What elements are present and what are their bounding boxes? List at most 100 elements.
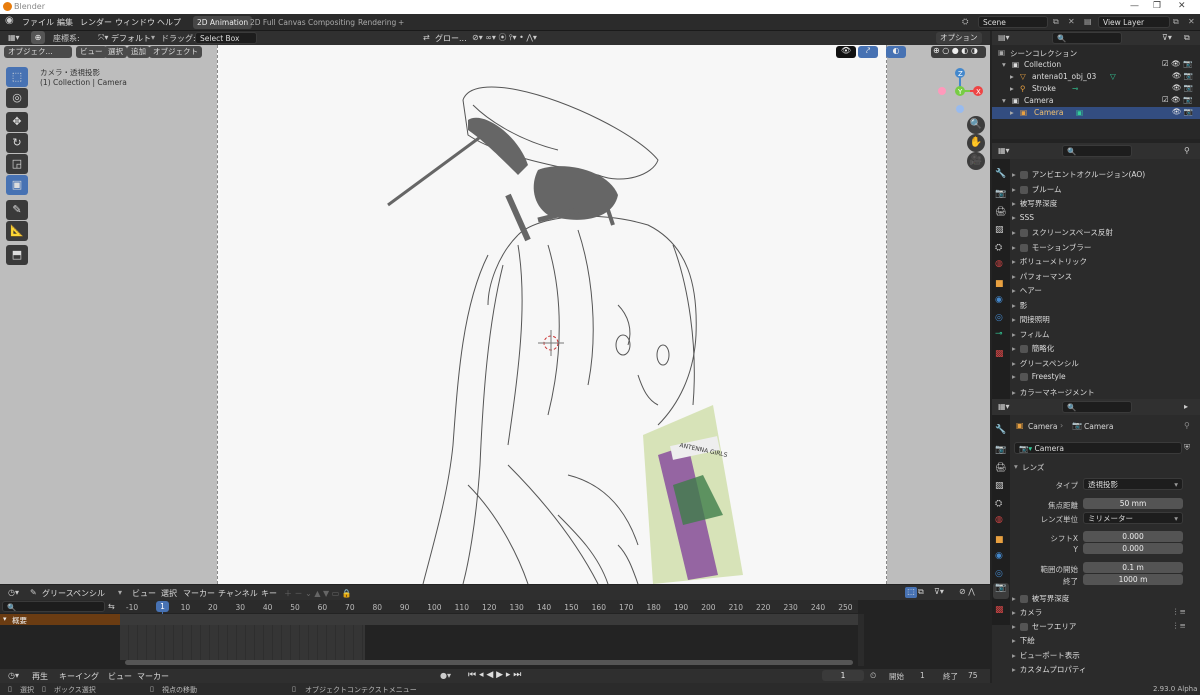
pan-icon[interactable]: ✋ — [967, 134, 985, 152]
preview-range-icon[interactable]: ⏲ — [870, 671, 876, 681]
section-checkbox[interactable] — [1019, 623, 1028, 631]
blender-menu-icon[interactable]: ◉ — [5, 15, 14, 26]
view-layer-selector[interactable]: View Layer — [1098, 16, 1170, 28]
modifier-tab-icon[interactable]: ◉ — [995, 551, 1003, 561]
view-layer-tab-icon[interactable]: ▧ — [995, 225, 1004, 235]
timeline-search[interactable]: 🔍 — [2, 601, 105, 612]
summary-channel[interactable]: ▾ 概要 — [0, 614, 120, 625]
object-tab-icon[interactable]: ■ — [995, 279, 1004, 289]
section-chevron-icon[interactable]: ▸ — [1012, 257, 1016, 266]
shift-x-field[interactable]: 0.000 — [1083, 531, 1183, 542]
section-chevron-icon[interactable]: ▸ — [1012, 665, 1016, 674]
annotate-tool-icon[interactable]: ✎ — [6, 200, 28, 220]
current-frame-marker[interactable]: 1 — [156, 601, 169, 612]
overlay-toggle-icon[interactable]: ◐ — [886, 46, 906, 58]
menu-file[interactable]: ファイル — [22, 17, 54, 28]
end-frame-value[interactable]: 75 — [968, 671, 978, 680]
properties-search[interactable]: 🔍 — [1062, 145, 1132, 157]
new-collection-icon[interactable]: ⧉ — [1184, 33, 1190, 43]
visibility-toggles[interactable]: ☑ 👁 📷 — [1162, 95, 1192, 104]
physics-tab-icon[interactable]: ◎ — [995, 569, 1003, 579]
section-checkbox[interactable] — [1019, 595, 1028, 603]
editor-type-icon[interactable]: ▦▾ — [8, 33, 20, 42]
section-chevron-icon[interactable]: ▸ — [1012, 286, 1016, 295]
filter-icon[interactable]: ⊽▾ — [1162, 33, 1172, 42]
render-tab-icon[interactable]: 📷 — [995, 445, 1006, 455]
keying-menu[interactable]: キーイング — [59, 671, 99, 682]
section-chevron-icon[interactable]: ▸ — [1012, 330, 1016, 339]
texture-tab-icon[interactable]: ▩ — [995, 605, 1004, 615]
render-section[interactable]: ▸ ヘアー — [1012, 285, 1192, 298]
section-chevron-icon[interactable]: ▸ — [1012, 228, 1016, 237]
delete-view-layer-icon[interactable]: ✕ — [1188, 17, 1195, 26]
output-tab-icon[interactable]: 🖨 — [995, 463, 1006, 473]
camera-view-icon[interactable]: 🎥 — [967, 152, 985, 170]
tab-2d-full-canvas[interactable]: 2D Full Canvas — [246, 16, 310, 29]
render-section[interactable]: ▸ パフォーマンス — [1012, 271, 1192, 284]
scale-tool-icon[interactable]: ◲ — [6, 154, 28, 174]
transport-controls-icon[interactable]: ⏮ ◂ ◀ ▶ ▸ ⏭ — [468, 670, 521, 680]
visibility-toggles[interactable]: 👁 📷 — [1172, 71, 1193, 80]
section-chevron-icon[interactable]: ▸ — [1012, 170, 1016, 179]
section-checkbox[interactable] — [1019, 171, 1028, 179]
tool-tab-icon[interactable]: 🔧 — [995, 169, 1006, 179]
section-chevron-icon[interactable]: ▸ — [1012, 213, 1016, 222]
start-frame-value[interactable]: 1 — [920, 671, 925, 680]
menu-window[interactable]: ウィンドウ — [115, 17, 155, 28]
clip-start-field[interactable]: 0.1 m — [1083, 562, 1183, 573]
render-section[interactable]: ▸ 間接照明 — [1012, 314, 1192, 327]
navigation-gizmo[interactable]: X Z Y — [932, 64, 988, 116]
render-section[interactable]: ▸ フィルム — [1012, 329, 1192, 342]
render-section[interactable]: ▸ Freestyle — [1012, 372, 1192, 385]
lens-section-title[interactable]: レンズ — [1022, 462, 1044, 473]
section-chevron-icon[interactable]: ▸ — [1012, 594, 1016, 603]
section-chevron-icon[interactable]: ▸ — [1012, 301, 1016, 310]
scene-tab-icon[interactable]: ⛭ — [995, 499, 1002, 509]
add-object-tool-icon[interactable]: ⬒ — [6, 245, 28, 265]
visibility-toggles[interactable]: 👁 📷 — [1172, 83, 1193, 92]
outliner-item-stroke[interactable]: ▸ ⚲ Stroke ⊸ 👁 📷 — [992, 83, 1200, 95]
scroll-icon[interactable]: ▸ — [1184, 402, 1188, 411]
tool-tab-icon[interactable]: 🔧 — [995, 425, 1006, 435]
menu-add[interactable]: 追加 — [127, 46, 150, 58]
object-tab-icon[interactable]: ■ — [995, 535, 1004, 545]
cursor-tool-icon[interactable]: ◎ — [6, 88, 28, 108]
playback-view-menu[interactable]: ビュー — [108, 671, 132, 682]
properties-editor-icon[interactable]: ▦▾ — [998, 402, 1010, 411]
snap-icon[interactable]: ⊘▾ ∞▾ ⦿ ⫯▾ • ⋀▾ — [472, 32, 537, 43]
pin-icon[interactable]: ⚲ — [1184, 421, 1190, 430]
camera-section[interactable]: ▸ セーフエリア ⋮≡ — [1012, 621, 1192, 634]
section-chevron-icon[interactable]: ▸ — [1012, 608, 1016, 617]
expand-icon[interactable]: ▸ — [1010, 72, 1014, 81]
outliner-item-collection[interactable]: ▾ ▣ Collection ☑ 👁 📷 — [992, 59, 1200, 71]
world-tab-icon[interactable]: ◍ — [995, 259, 1003, 269]
transform-tool-icon[interactable]: ▣ — [6, 175, 28, 195]
camera-section[interactable]: ▸ カメラ ⋮≡ — [1012, 607, 1192, 620]
render-section[interactable]: ▸ スクリーンスペース反射 — [1012, 227, 1192, 240]
expand-icon[interactable]: ▸ — [1010, 108, 1014, 117]
menu-object[interactable]: オブジェクト — [149, 46, 202, 58]
outliner-scene-collection[interactable]: ▣ シーンコレクション — [992, 47, 1200, 59]
section-chevron-icon[interactable]: ▸ — [1012, 344, 1016, 353]
outliner-item-camera-collection[interactable]: ▾ ▣ Camera ☑ 👁 📷 — [992, 95, 1200, 107]
swap-icon[interactable]: ⇆ — [108, 602, 115, 611]
show-hidden-icon[interactable]: ⧉ — [918, 587, 924, 597]
render-section[interactable]: ▸ アンビエントオクルージョン(AO) — [1012, 169, 1192, 182]
render-section[interactable]: ▸ SSS — [1012, 213, 1192, 226]
focal-length-field[interactable]: 50 mm — [1083, 498, 1183, 509]
minimize-icon[interactable]: — — [1130, 1, 1139, 11]
options-dropdown[interactable]: オプション — [936, 32, 982, 44]
section-chevron-icon[interactable]: ▸ — [1012, 272, 1016, 281]
view-layer-tab-icon[interactable]: ▧ — [995, 481, 1004, 491]
visibility-icon[interactable]: 👁 — [836, 46, 856, 58]
camera-data-selector[interactable]: 📷▾ Camera — [1014, 442, 1182, 454]
fake-user-icon[interactable]: ⛨ — [1184, 443, 1190, 453]
measure-tool-icon[interactable]: 📐 — [6, 221, 28, 241]
section-chevron-icon[interactable]: ▸ — [1012, 651, 1016, 660]
section-chevron-icon[interactable]: ▸ — [1012, 388, 1016, 397]
render-section[interactable]: ▸ カラーマネージメント — [1012, 387, 1192, 400]
scene-tab-icon[interactable]: ⛭ — [995, 243, 1002, 253]
type-dropdown[interactable]: 透視投影 ▾ — [1083, 478, 1183, 490]
snap-icon[interactable]: ⊘ ⋀ — [959, 587, 975, 596]
close-icon[interactable]: ✕ — [1178, 1, 1186, 11]
